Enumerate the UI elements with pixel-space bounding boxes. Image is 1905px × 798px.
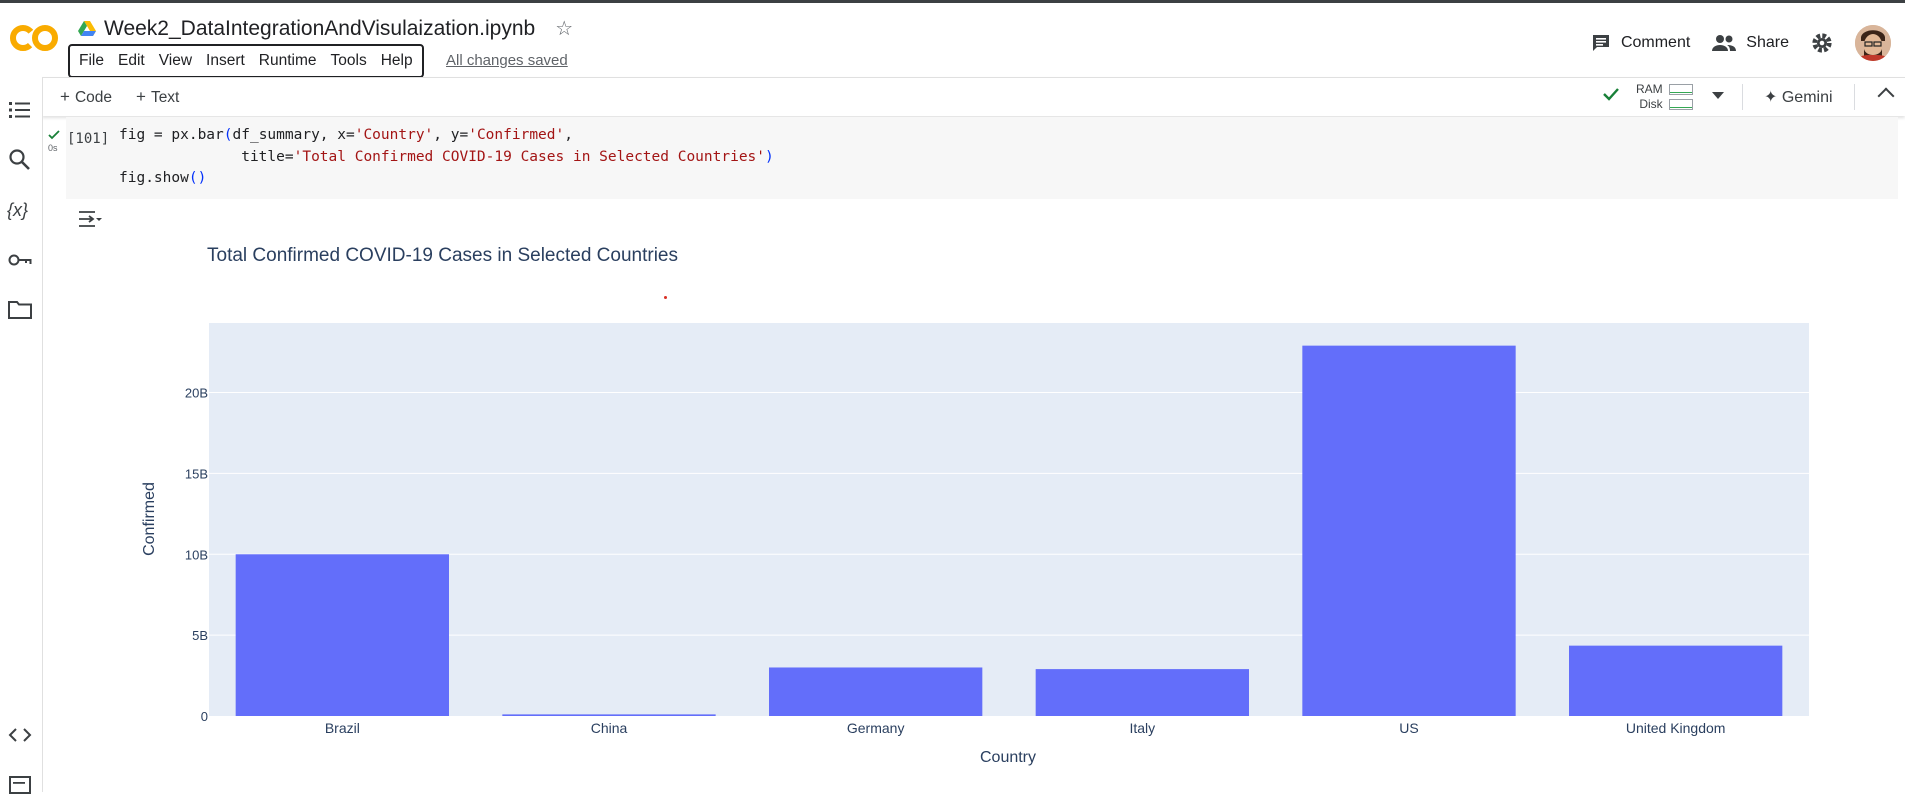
x-tick-label: China bbox=[591, 720, 628, 736]
x-axis-label: Country bbox=[980, 749, 1036, 766]
bar-chart[interactable]: 0 5B 10B 15B 20B Brazil China Germany Italy US Un… bbox=[0, 0, 1905, 792]
x-tick-label: Germany bbox=[847, 720, 905, 736]
bar-italy[interactable] bbox=[1035, 669, 1249, 716]
bar-brazil[interactable] bbox=[235, 554, 449, 716]
y-axis-label: Confirmed bbox=[141, 482, 158, 556]
x-tick-label: United Kingdom bbox=[1626, 720, 1726, 736]
y-tick-label: 15B bbox=[185, 466, 208, 481]
bar-china[interactable] bbox=[502, 714, 716, 716]
x-tick-label: US bbox=[1399, 720, 1418, 736]
x-tick-label: Italy bbox=[1129, 720, 1155, 736]
y-tick-label: 5B bbox=[192, 628, 208, 643]
y-tick-label: 20B bbox=[185, 386, 208, 401]
y-tick-label: 0 bbox=[201, 709, 208, 724]
x-tick-label: Brazil bbox=[325, 720, 360, 736]
bar-us[interactable] bbox=[1302, 345, 1516, 716]
bar-germany[interactable] bbox=[769, 667, 983, 716]
y-tick-labels: 0 5B 10B 15B 20B bbox=[185, 386, 208, 724]
y-tick-label: 10B bbox=[185, 547, 208, 562]
x-tick-labels: Brazil China Germany Italy US United Kingdom bbox=[325, 720, 1726, 736]
bar-united-kingdom[interactable] bbox=[1569, 645, 1783, 716]
